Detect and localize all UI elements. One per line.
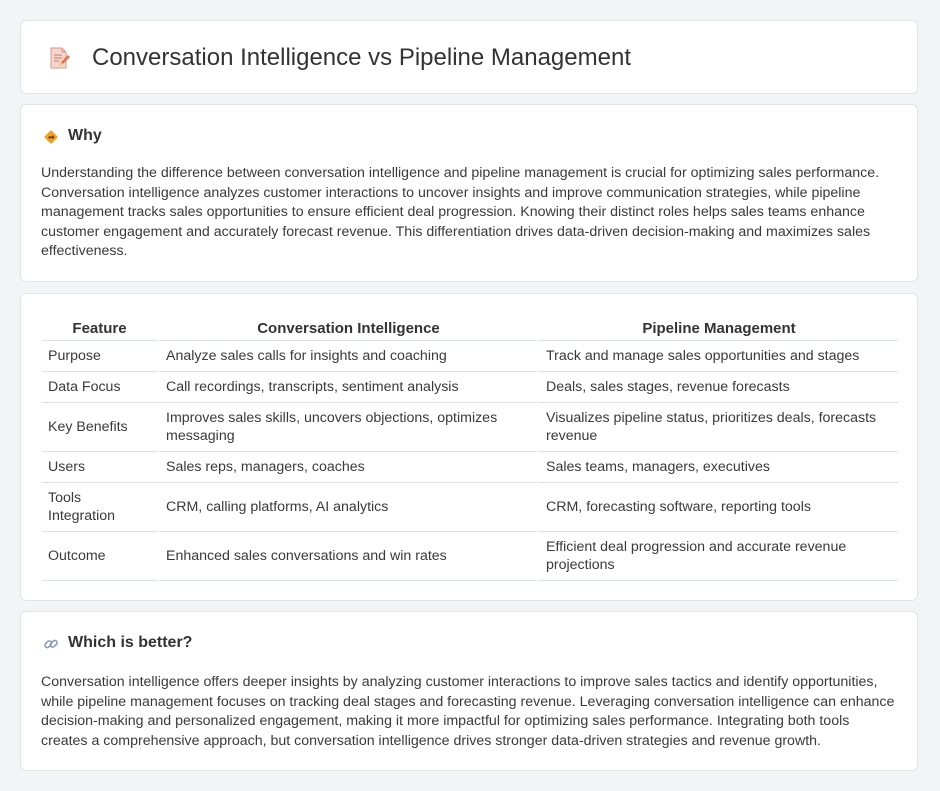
document-pencil-icon [47,46,71,70]
row-pipeline-management-cell: CRM, forecasting software, reporting too… [537,483,898,532]
table-row: Key Benefits Improves sales skills, unco… [42,403,898,452]
column-header-conversation-intelligence: Conversation Intelligence [157,314,537,341]
row-feature-cell: Tools Integration [42,483,157,532]
row-feature-cell: Users [42,452,157,483]
row-conversation-intelligence-cell: CRM, calling platforms, AI analytics [157,483,537,532]
row-conversation-intelligence-cell: Sales reps, managers, coaches [157,452,537,483]
table-header-row: Feature Conversation Intelligence Pipeli… [42,314,898,341]
row-pipeline-management-cell: Visualizes pipeline status, prioritizes … [537,403,898,452]
row-conversation-intelligence-cell: Analyze sales calls for insights and coa… [157,341,537,372]
table-row: Outcome Enhanced sales conversations and… [42,532,898,581]
page-title: Conversation Intelligence vs Pipeline Ma… [92,44,631,71]
table-row: Purpose Analyze sales calls for insights… [42,341,898,372]
column-header-feature: Feature [42,314,157,341]
which-is-better-text: Conversation intelligence offers deeper … [41,674,895,749]
row-pipeline-management-cell: Sales teams, managers, executives [537,452,898,483]
row-conversation-intelligence-cell: Call recordings, transcripts, sentiment … [157,372,537,403]
row-conversation-intelligence-cell: Improves sales skills, uncovers objectio… [157,403,537,452]
row-pipeline-management-cell: Efficient deal progression and accurate … [537,532,898,581]
why-section: Why Understanding the difference between… [20,104,918,282]
row-pipeline-management-cell: Deals, sales stages, revenue forecasts [537,372,898,403]
row-feature-cell: Key Benefits [42,403,157,452]
comparison-section: Feature Conversation Intelligence Pipeli… [20,293,918,601]
row-feature-cell: Purpose [42,341,157,372]
column-header-pipeline-management: Pipeline Management [537,314,898,341]
table-row: Data Focus Call recordings, transcripts,… [42,372,898,403]
row-pipeline-management-cell: Track and manage sales opportunities and… [537,341,898,372]
link-icon [43,636,59,652]
table-row: Users Sales reps, managers, coaches Sale… [42,452,898,483]
why-title: Why [68,127,102,144]
row-conversation-intelligence-cell: Enhanced sales conversations and win rat… [157,532,537,581]
table-row: Tools Integration CRM, calling platforms… [42,483,898,532]
why-text: Understanding the difference between con… [41,165,880,260]
diamond-direction-icon [43,129,59,145]
which-is-better-section: Which is better? Conversation intelligen… [20,611,918,771]
which-is-better-title: Which is better? [68,634,193,651]
row-feature-cell: Outcome [42,532,157,581]
header-card: Conversation Intelligence vs Pipeline Ma… [20,20,918,94]
row-feature-cell: Data Focus [42,372,157,403]
comparison-table: Feature Conversation Intelligence Pipeli… [42,314,898,581]
